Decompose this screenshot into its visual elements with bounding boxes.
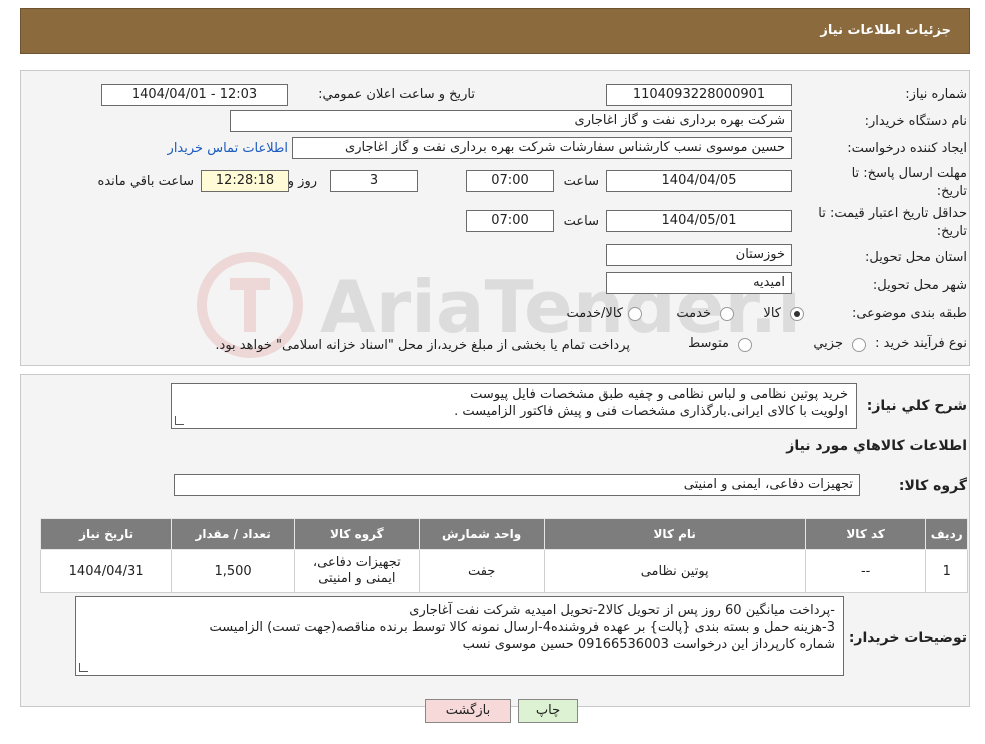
- deadline-label-date: تاريخ:: [936, 184, 967, 199]
- category-option-service: خدمت: [676, 306, 711, 321]
- items-section-title: اطلاعات كالاهاي مورد نياز: [786, 438, 967, 454]
- deadline-label: مهلت ارسال پاسخ: تا: [851, 166, 967, 181]
- process-radio-medium[interactable]: [738, 338, 752, 352]
- buyer-org-label: نام دستگاه خريدار:: [864, 114, 967, 129]
- province-field: خوزستان: [606, 244, 792, 266]
- cell-date: 1404/04/31: [39, 549, 173, 593]
- cell-group-line-2: ایمنی و امنیتی: [318, 571, 396, 586]
- days-label: روز و: [287, 174, 317, 189]
- category-radio-goods-service[interactable]: [628, 307, 642, 321]
- process-option-minor: جزيي: [813, 336, 843, 351]
- validity-date-field: 1404/05/01: [606, 210, 792, 232]
- category-label: طبقه بندی موضوعی:: [851, 306, 967, 321]
- validity-time-field: 07:00: [466, 210, 554, 232]
- page-header: جزئيات اطلاعات نياز: [20, 8, 970, 54]
- goods-group-field: تجهیزات دفاعی، ایمنی و امنیتی: [174, 474, 860, 496]
- col-date: تاريخ نياز: [39, 518, 173, 550]
- province-label: استان محل تحويل:: [865, 250, 967, 265]
- resize-grip-icon[interactable]: [175, 416, 184, 425]
- buyer-notes-line-3: شماره کارپرداز این درخواست 09166536003 ح…: [462, 637, 835, 652]
- description-line-1: خرید پوتین نظامی و لباس نظامی و چفیه طبق…: [470, 387, 848, 402]
- items-table-header: رديف کد کالا نام کالا واحد شمارش گروه کا…: [39, 518, 968, 550]
- creator-field: حسین موسوی نسب کارشناس سفارشات شرکت بهره…: [292, 137, 792, 159]
- buyer-org-field: شرکت بهره برداری نفت و گاز اغاجاری: [230, 110, 792, 132]
- remaining-days-field: 3: [330, 170, 418, 192]
- category-radio-goods[interactable]: [790, 307, 804, 321]
- buyer-notes-line-2: 3-هزینه حمل و بسته بندی {پالت} بر عهده ف…: [209, 620, 835, 635]
- remaining-label: ساعت باقي مانده: [97, 174, 194, 189]
- cell-group: تجهیزات دفاعی، ایمنی و امنیتی: [293, 549, 420, 593]
- buyer-notes-label: توضيحات خريدار:: [848, 630, 967, 646]
- creator-label: ايجاد کننده درخواست:: [847, 141, 967, 156]
- validity-time-label: ساعت: [563, 214, 599, 229]
- description-line-2: اولویت با کالای ایرانی.بارگذاری مشخصات ف…: [454, 404, 848, 419]
- remaining-time-field: 12:28:18: [201, 170, 289, 192]
- cell-name: پوتین نظامی: [543, 549, 806, 593]
- goods-group-label: گروه کالا:: [898, 478, 967, 494]
- validity-label-date: تاريخ:: [936, 224, 967, 239]
- announce-datetime-field: 1404/04/01 - 12:03: [101, 84, 288, 106]
- page-title: جزئيات اطلاعات نياز: [820, 23, 951, 38]
- back-button[interactable]: بازگشت: [425, 699, 511, 723]
- announce-label: تاريخ و ساعت اعلان عمومي:: [318, 87, 475, 102]
- col-group: گروه کالا: [293, 518, 420, 550]
- process-label: نوع فرآيند خريد :: [875, 336, 967, 351]
- table-row: 1 -- پوتین نظامی جفت تجهیزات دفاعی، ایمن…: [39, 549, 968, 593]
- cell-unit: جفت: [418, 549, 545, 593]
- category-option-goods-service: کالا/خدمت: [566, 306, 623, 321]
- col-code: کد کالا: [804, 518, 927, 550]
- col-qty: تعداد / مقدار: [171, 518, 295, 550]
- description-label: شرح كلي نياز:: [866, 398, 967, 414]
- items-table: رديف کد کالا نام کالا واحد شمارش گروه کا…: [39, 518, 968, 593]
- deadline-date-field: 1404/04/05: [606, 170, 792, 192]
- cell-qty: 1,500: [171, 549, 295, 593]
- process-radio-minor[interactable]: [852, 338, 866, 352]
- process-option-medium: متوسط: [688, 336, 729, 351]
- cell-index: 1: [925, 549, 968, 593]
- city-field: امیدیه: [606, 272, 792, 294]
- validity-label: حداقل تاريخ اعتبار قيمت: تا: [818, 206, 967, 221]
- cell-code: --: [804, 549, 927, 593]
- category-option-goods: کالا: [763, 306, 781, 321]
- city-label: شهر محل تحويل:: [872, 278, 967, 293]
- col-index: رديف: [925, 518, 968, 550]
- cell-group-line-1: تجهیزات دفاعی،: [312, 555, 401, 570]
- description-textarea[interactable]: خرید پوتین نظامی و لباس نظامی و چفیه طبق…: [171, 383, 857, 429]
- buyer-notes-line-1: -پرداخت میانگین 60 روز پس از تحویل کالا2…: [409, 603, 835, 618]
- col-name: نام کالا: [543, 518, 806, 550]
- deadline-time-label: ساعت: [563, 174, 599, 189]
- category-radio-service[interactable]: [720, 307, 734, 321]
- buyer-notes-textarea[interactable]: -پرداخت میانگین 60 روز پس از تحویل کالا2…: [75, 596, 844, 676]
- need-number-field: 1104093228000901: [606, 84, 792, 106]
- deadline-time-field: 07:00: [466, 170, 554, 192]
- buyer-contact-link[interactable]: اطلاعات تماس خريدار: [168, 141, 288, 156]
- col-unit: واحد شمارش: [418, 518, 545, 550]
- resize-grip-icon[interactable]: [79, 663, 88, 672]
- need-number-label: شماره نياز:: [905, 87, 967, 102]
- treasury-note: پرداخت تمام يا بخشی از مبلغ خريد،از محل …: [215, 338, 630, 353]
- print-button[interactable]: چاپ: [518, 699, 578, 723]
